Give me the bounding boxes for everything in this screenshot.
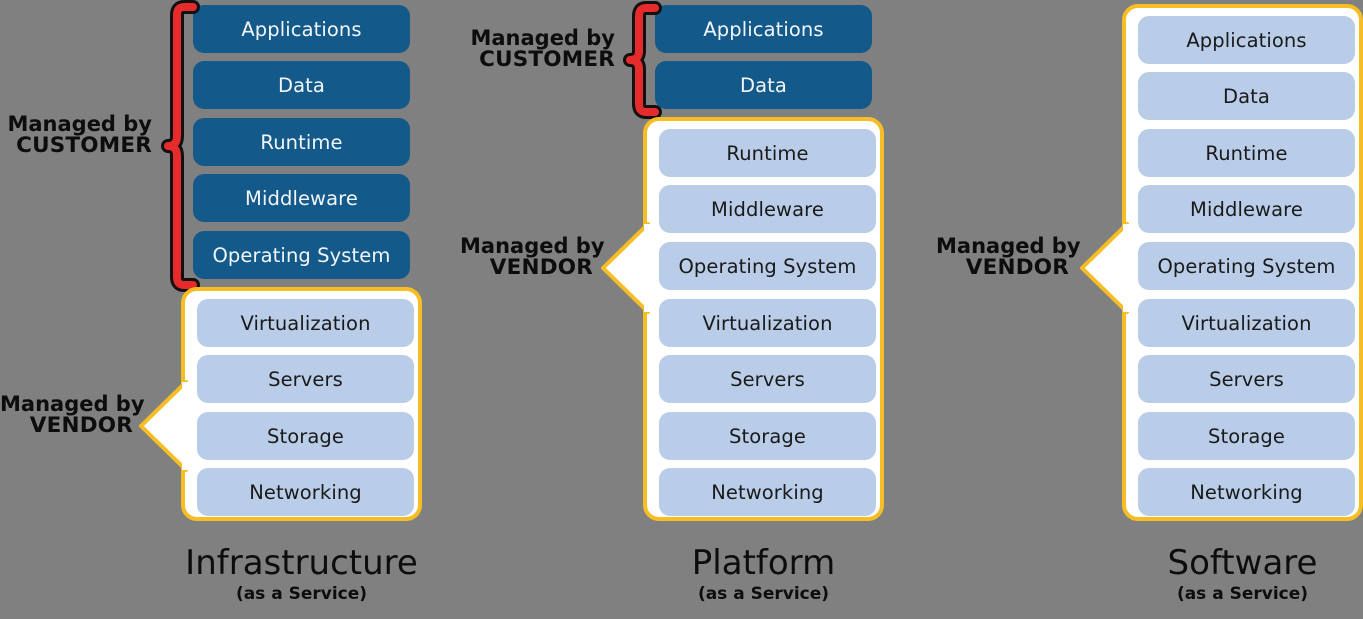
layer-pill-middleware[interactable]: Middleware	[193, 174, 410, 222]
vendor-managed-container-saas: Applications Data Runtime Middleware Ope…	[1122, 4, 1363, 521]
layer-pill-data[interactable]: Data	[193, 61, 410, 109]
layer-pill-runtime[interactable]: Runtime	[1138, 129, 1355, 177]
layer-pill-applications[interactable]: Applications	[193, 5, 410, 53]
layer-pill-middleware[interactable]: Middleware	[659, 185, 876, 233]
callout-customer-line1: Managed by	[7, 112, 152, 136]
layer-pill-servers[interactable]: Servers	[1138, 355, 1355, 403]
layer-pill-storage[interactable]: Storage	[197, 412, 414, 460]
callout-customer-line1: Managed by	[470, 26, 615, 50]
layer-pill-virtualization[interactable]: Virtualization	[197, 299, 414, 347]
column-title-main: Infrastructure	[185, 543, 418, 583]
layer-pill-middleware[interactable]: Middleware	[1138, 185, 1355, 233]
layer-pill-applications[interactable]: Applications	[655, 5, 872, 53]
customer-bracket	[622, 0, 662, 128]
column-title-software: Software (as a Service)	[1122, 545, 1363, 605]
layer-pill-operating-system[interactable]: Operating System	[659, 242, 876, 290]
callout-customer-line2: CUSTOMER	[479, 47, 615, 73]
callout-managed-by-vendor-paas: Managed by VENDOR	[460, 234, 605, 281]
column-title-platform: Platform (as a Service)	[643, 545, 884, 605]
callout-managed-by-vendor-iaas: Managed by VENDOR	[0, 392, 145, 439]
column-platform: Applications Data Managed by CUSTOMER Ru…	[450, 0, 900, 619]
column-title-sub: (as a Service)	[235, 583, 368, 604]
layer-pill-runtime[interactable]: Runtime	[659, 129, 876, 177]
callout-vendor-line1: Managed by	[936, 234, 1081, 258]
callout-vendor-line2: VENDOR	[29, 413, 133, 439]
layer-pill-data[interactable]: Data	[655, 61, 872, 109]
vendor-managed-container-iaas: Virtualization Servers Storage Networkin…	[181, 287, 422, 521]
vendor-managed-container-paas: Runtime Middleware Operating System Virt…	[643, 117, 884, 521]
callout-managed-by-vendor-saas: Managed by VENDOR	[936, 234, 1081, 281]
callout-managed-by-customer: Managed by CUSTOMER	[460, 27, 615, 72]
layer-pill-operating-system[interactable]: Operating System	[193, 231, 410, 279]
layer-pill-servers[interactable]: Servers	[659, 355, 876, 403]
layer-pill-applications[interactable]: Applications	[1138, 16, 1355, 64]
callout-customer-line2: CUSTOMER	[16, 133, 152, 159]
layer-pill-virtualization[interactable]: Virtualization	[659, 299, 876, 347]
callout-vendor-line1: Managed by	[0, 392, 145, 416]
column-title-sub: (as a Service)	[697, 583, 830, 604]
layer-pill-operating-system[interactable]: Operating System	[1138, 242, 1355, 290]
column-title-main: Platform	[691, 543, 836, 583]
callout-vendor-line1: Managed by	[460, 234, 605, 258]
callout-managed-by-customer: Managed by CUSTOMER	[0, 113, 152, 158]
layer-pill-storage[interactable]: Storage	[1138, 412, 1355, 460]
callout-vendor-line2: VENDOR	[965, 255, 1069, 281]
column-software: Applications Data Runtime Middleware Ope…	[900, 0, 1363, 619]
customer-bracket	[160, 0, 200, 292]
layer-pill-networking[interactable]: Networking	[197, 468, 414, 516]
column-title-infrastructure: Infrastructure (as a Service)	[181, 545, 422, 605]
layer-pill-data[interactable]: Data	[1138, 72, 1355, 120]
layer-pill-storage[interactable]: Storage	[659, 412, 876, 460]
column-infrastructure: Applications Data Runtime Middleware Ope…	[0, 0, 450, 619]
layer-pill-runtime[interactable]: Runtime	[193, 118, 410, 166]
callout-vendor-line2: VENDOR	[489, 255, 593, 281]
column-title-sub: (as a Service)	[1176, 583, 1309, 604]
layer-pill-networking[interactable]: Networking	[659, 468, 876, 516]
layer-pill-networking[interactable]: Networking	[1138, 468, 1355, 516]
saas-paas-iaas-responsibility-diagram: Applications Data Runtime Middleware Ope…	[0, 0, 1363, 619]
layer-pill-servers[interactable]: Servers	[197, 355, 414, 403]
layer-pill-virtualization[interactable]: Virtualization	[1138, 299, 1355, 347]
column-title-main: Software	[1167, 543, 1318, 583]
